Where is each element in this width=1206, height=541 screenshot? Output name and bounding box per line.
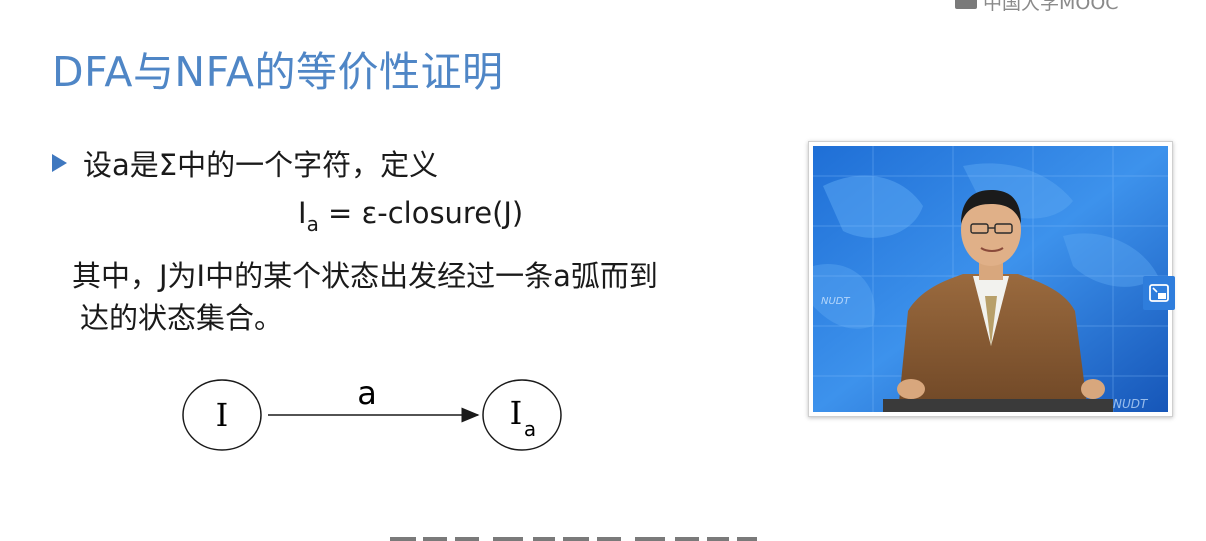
video-watermark-left: NUDT [821,296,851,307]
pip-toggle-button[interactable] [1143,276,1175,310]
description: 其中，J为I中的某个状态出发经过一条a弧而到 达的状态集合。 [72,255,792,339]
formula: Ia = ε-closure(J) [298,196,523,236]
lecturer-video[interactable]: NUDT NUDT [808,141,1173,417]
triangle-bullet-icon [52,154,67,172]
description-line-2: 达的状态集合。 [80,301,284,335]
source-state-label: I [216,396,229,434]
picture-in-picture-icon [1149,284,1169,302]
formula-rhs: = ε-closure(J) [328,196,524,230]
mooc-watermark-text: 中国大学MOOC [983,0,1119,14]
edge-label: a [357,374,377,412]
formula-lhs: I [298,196,307,230]
lecturer-video-image: NUDT NUDT [813,146,1168,412]
description-line-1: 其中，J为I中的某个状态出发经过一条a弧而到 [72,259,658,293]
mooc-logo-icon [955,0,977,9]
cut-off-subtitle [390,537,757,541]
video-watermark-bottom: NUDT [1113,397,1149,411]
target-state-subscript: a [524,417,536,441]
mooc-watermark: 中国大学MOOC [955,0,1119,14]
bullet-point: 设a是Σ中的一个字符，定义 [52,142,438,184]
transition-diagram: I a I a [182,374,562,451]
target-state-label: I [510,394,523,432]
formula-lhs-subscript: a [306,212,319,236]
bullet-text: 设a是Σ中的一个字符，定义 [83,148,439,182]
slide-title: DFA与NFA的等价性证明 [52,48,504,96]
